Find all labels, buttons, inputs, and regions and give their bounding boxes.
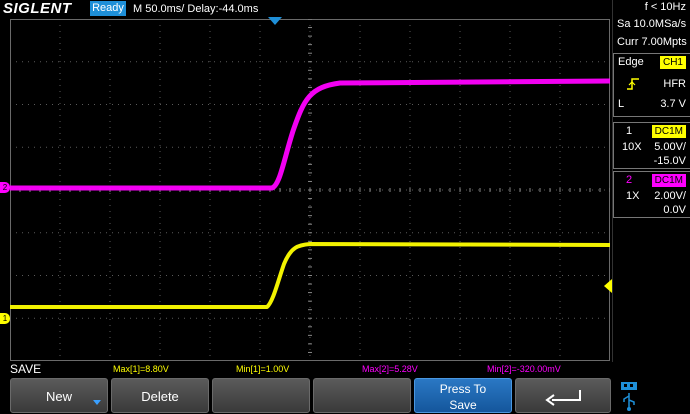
press-to-save-button[interactable]: Press To Save (414, 378, 512, 413)
trigger-level-label: L (618, 98, 625, 110)
usb-network-status-icon (618, 380, 644, 412)
channel-1-offset: -15.0V (653, 155, 686, 167)
new-button[interactable]: New (10, 378, 108, 413)
channel-2-scale: 2.00V/ (654, 190, 686, 202)
trigger-position-marker[interactable] (268, 17, 282, 26)
channel-2-marker[interactable]: 2 (0, 182, 10, 193)
info-panel: f < 10Hz Sa 10.0MSa/s Curr 7.00Mpts Edge… (612, 0, 690, 362)
channel-2-coupling: DC1M (651, 174, 686, 187)
new-label: New (45, 389, 72, 404)
trigger-panel[interactable]: Edge CH1 HFR L 3.7 V (613, 53, 690, 117)
channel-1-marker[interactable]: 1 (0, 313, 10, 324)
status-badge: Ready (90, 1, 126, 16)
delete-button[interactable]: Delete (111, 378, 209, 413)
channel-2-trace (10, 78, 610, 191)
channel-2-probe: 1X (626, 190, 640, 202)
timebase-readout[interactable]: M 50.0ms/ Delay:-44.0ms (133, 0, 258, 18)
top-bar: SIGLENT Ready M 50.0ms/ Delay:-44.0ms (0, 0, 612, 18)
measure-min-2: Min[2]=-320.00mV (487, 364, 561, 374)
measure-max-1: Max[1]=8.80V (113, 364, 169, 374)
waveform-display[interactable] (10, 19, 610, 361)
return-arrow-icon (545, 390, 581, 406)
channel-1-probe: 10X (622, 141, 642, 153)
delete-label: Delete (141, 389, 179, 404)
channel-2-offset: 0.0V (663, 204, 686, 216)
trigger-level-marker[interactable] (604, 279, 612, 293)
brand-logo: SIGLENT (3, 0, 72, 17)
frequency-readout: f < 10Hz (644, 1, 686, 13)
measurement-bar: SAVE Max[1]=8.80V Min[1]=1.00V Max[2]=5.… (0, 362, 612, 376)
chevron-down-icon (93, 400, 101, 405)
channel-1-id: 1 (626, 125, 633, 137)
channel-1-scale: 5.00V/ (654, 141, 686, 153)
softkey-4[interactable] (313, 378, 411, 413)
sample-rate-readout: Sa 10.0MSa/s (617, 18, 687, 30)
trigger-coupling: HFR (663, 78, 686, 90)
trigger-source-chip: CH1 (659, 56, 686, 69)
menu-title: SAVE (10, 362, 42, 376)
press-to-label: Press To (439, 382, 487, 396)
trigger-type: Edge (618, 56, 644, 68)
save-label: Save (449, 398, 477, 412)
rising-edge-icon (626, 77, 640, 94)
channel-1-panel[interactable]: 1 DC1M 10X 5.00V/ -15.0V (613, 122, 690, 169)
measure-max-2: Max[2]=5.28V (362, 364, 418, 374)
memory-depth-readout: Curr 7.00Mpts (617, 36, 687, 48)
channel-2-id: 2 (626, 174, 633, 186)
channel-1-coupling: DC1M (651, 125, 686, 138)
softkey-bar: New Delete Press To Save (0, 376, 690, 414)
measure-min-1: Min[1]=1.00V (236, 364, 290, 374)
trigger-level: 3.7 V (660, 98, 686, 110)
softkey-3[interactable] (212, 378, 310, 413)
channel-2-panel[interactable]: 2 DC1M 1X 2.00V/ 0.0V (613, 171, 690, 218)
back-button[interactable] (515, 378, 611, 413)
